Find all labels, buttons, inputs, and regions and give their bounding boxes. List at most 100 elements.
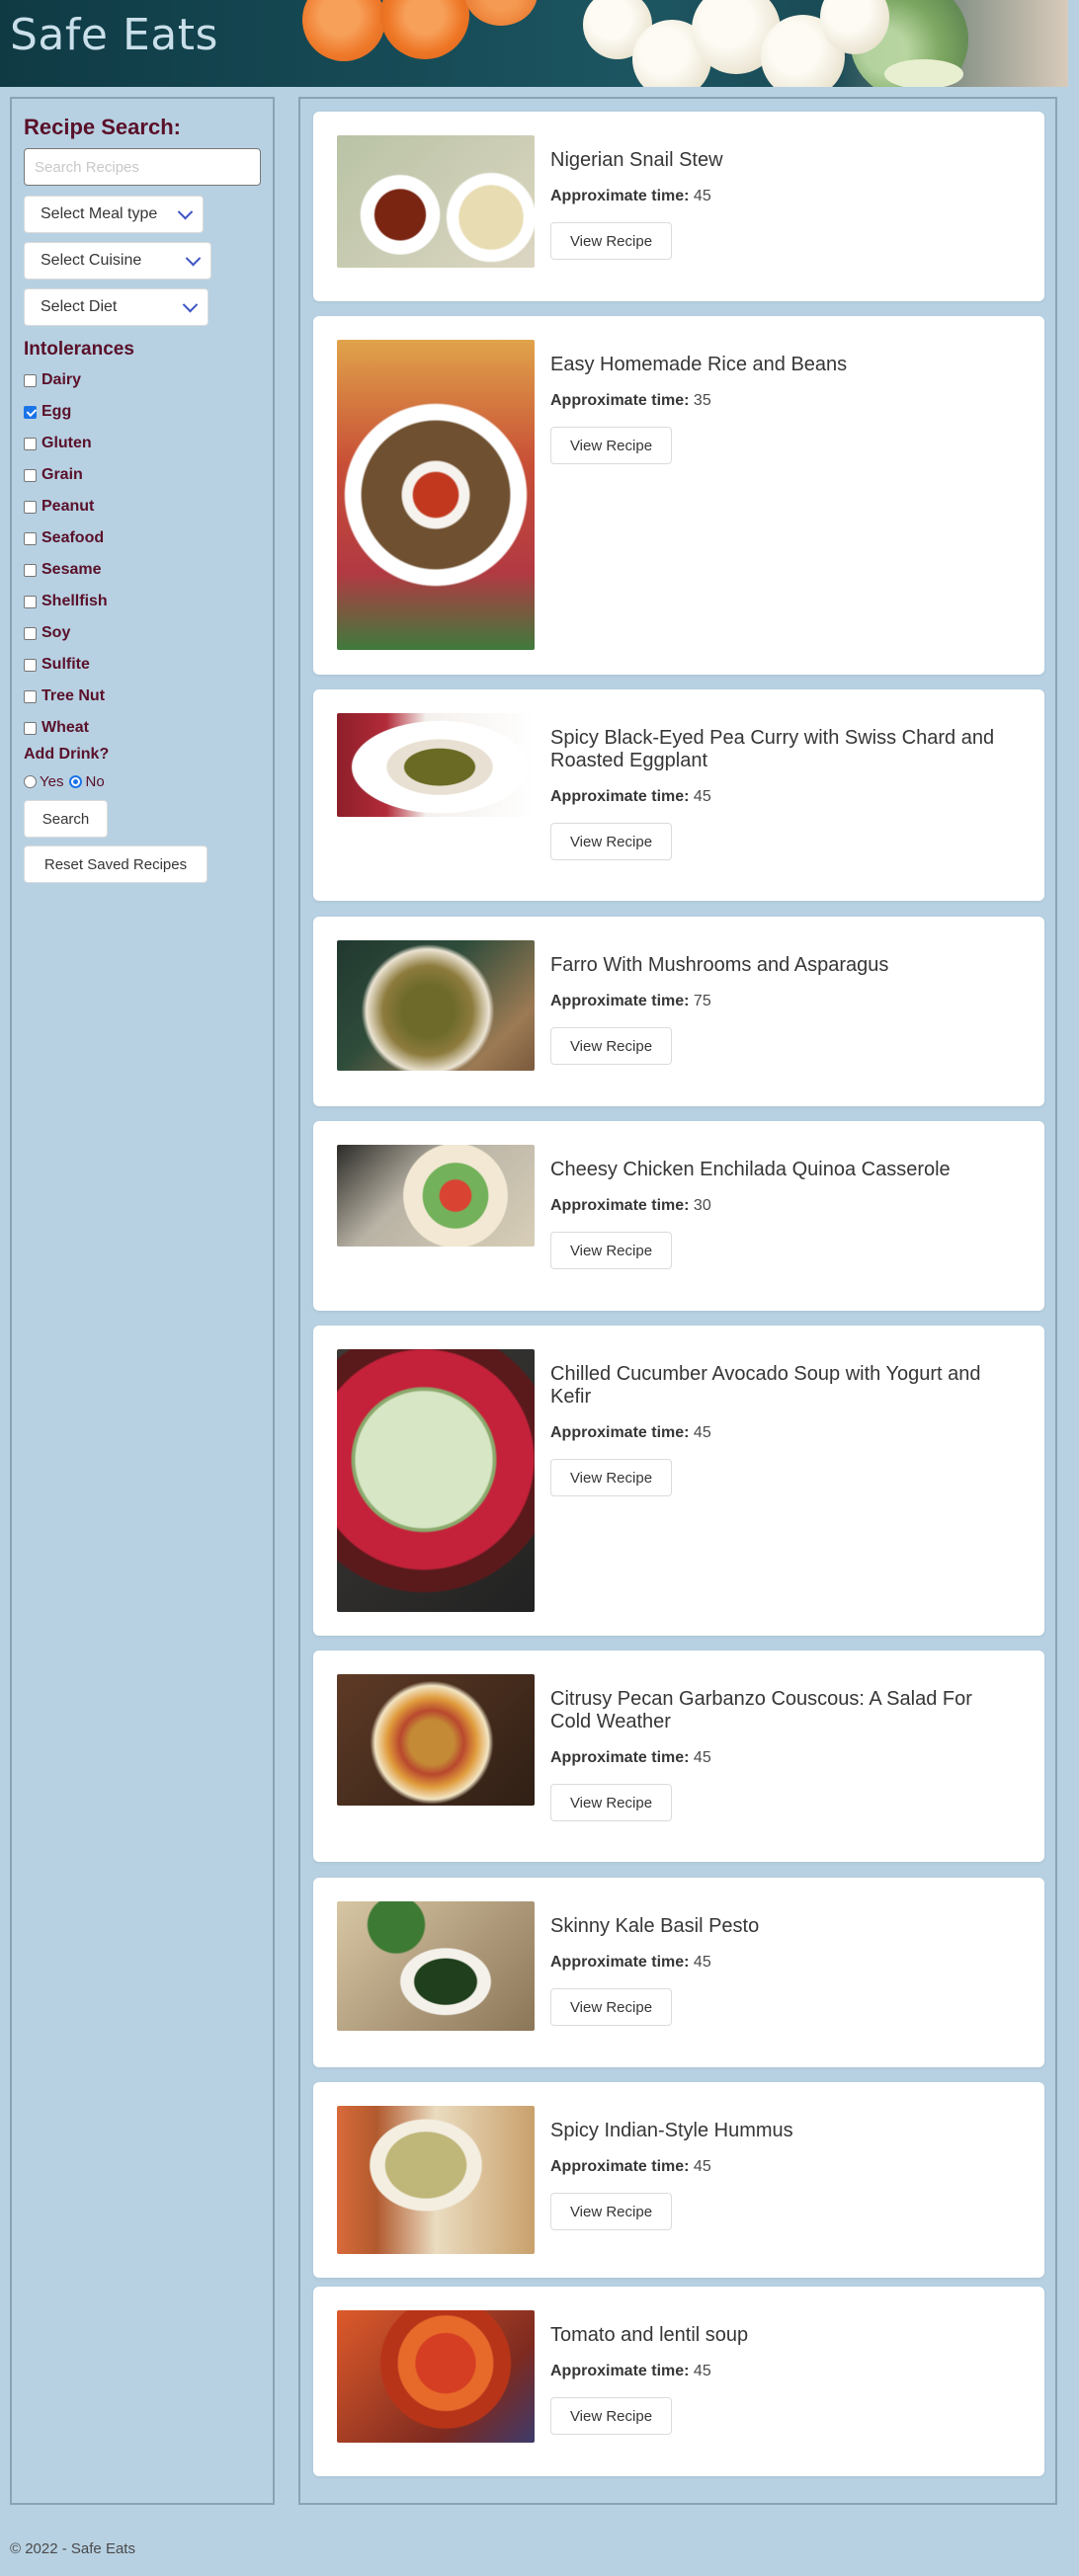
drink-yes-label[interactable]: Yes bbox=[40, 773, 63, 790]
footer-copyright: © 2022 - Safe Eats bbox=[10, 2540, 135, 2557]
recipe-card-body: Nigerian Snail Stew Approximate time: 45 V… bbox=[550, 149, 1015, 260]
intolerance-checkbox[interactable] bbox=[24, 563, 37, 577]
diet-select[interactable]: Select Diet bbox=[24, 288, 208, 326]
intolerance-checkbox[interactable] bbox=[24, 500, 37, 514]
intolerance-label[interactable]: Dairy bbox=[42, 371, 81, 389]
intolerance-checkbox[interactable] bbox=[24, 468, 37, 482]
view-recipe-button[interactable]: View Recipe bbox=[550, 1988, 672, 2026]
recipe-time-value: 45 bbox=[693, 1749, 711, 1766]
recipe-time-label: Approximate time: bbox=[550, 2158, 690, 2175]
intolerance-option[interactable]: Seafood bbox=[24, 523, 271, 554]
drink-yes-radio[interactable] bbox=[24, 775, 37, 788]
lentil-soup-photo bbox=[337, 2310, 535, 2443]
intolerance-label[interactable]: Peanut bbox=[42, 498, 94, 516]
recipe-time: Approximate time: 75 bbox=[550, 993, 1015, 1010]
recipe-time-value: 45 bbox=[693, 1954, 711, 1971]
intolerance-checkbox[interactable] bbox=[24, 373, 37, 387]
intolerance-option[interactable]: Sesame bbox=[24, 554, 271, 586]
intolerance-label[interactable]: Grain bbox=[42, 466, 83, 484]
recipe-card: Easy Homemade Rice and Beans Approximate … bbox=[313, 316, 1044, 675]
recipe-title: Skinny Kale Basil Pesto bbox=[550, 1915, 760, 1937]
intolerance-label[interactable]: Shellfish bbox=[42, 593, 108, 610]
search-sidebar: Recipe Search: Select Meal type Select C… bbox=[10, 97, 275, 2505]
intolerance-label[interactable]: Wheat bbox=[42, 719, 89, 737]
recipe-card: Skinny Kale Basil Pesto Approximate time:… bbox=[313, 1878, 1044, 2067]
recipe-title: Citrusy Pecan Garbanzo Couscous: A Salad… bbox=[550, 1688, 972, 1732]
recipe-time-label: Approximate time: bbox=[550, 392, 690, 409]
reset-saved-recipes-button[interactable]: Reset Saved Recipes bbox=[24, 845, 208, 883]
recipe-time-label: Approximate time: bbox=[550, 188, 690, 204]
intolerance-label[interactable]: Tree Nut bbox=[42, 687, 105, 705]
view-recipe-button[interactable]: View Recipe bbox=[550, 222, 672, 260]
recipe-time: Approximate time: 45 bbox=[550, 788, 1015, 806]
recipe-card-body: Citrusy Pecan Garbanzo Couscous: A Salad… bbox=[550, 1688, 1015, 1821]
intolerance-label[interactable]: Sesame bbox=[42, 561, 102, 579]
recipe-card: Tomato and lentil soup Approximate time: … bbox=[313, 2287, 1044, 2476]
recipe-time-value: 45 bbox=[693, 2363, 711, 2379]
recipe-title: Spicy Indian-Style Hummus bbox=[550, 2120, 793, 2141]
intolerance-checkbox[interactable] bbox=[24, 658, 37, 672]
intolerance-option[interactable]: Dairy bbox=[24, 364, 271, 396]
intolerance-label[interactable]: Soy bbox=[42, 624, 70, 642]
recipe-time-value: 45 bbox=[693, 2158, 711, 2175]
recipe-card-body: Spicy Black-Eyed Pea Curry with Swiss Ch… bbox=[550, 727, 1015, 860]
recipe-card: Nigerian Snail Stew Approximate time: 45 V… bbox=[313, 112, 1044, 301]
recipe-search-heading: Recipe Search: bbox=[24, 115, 181, 139]
view-recipe-button[interactable]: View Recipe bbox=[550, 1027, 672, 1065]
intolerance-option[interactable]: Peanut bbox=[24, 491, 271, 523]
recipe-title: Nigerian Snail Stew bbox=[550, 149, 723, 171]
header-banner: Safe Eats bbox=[0, 0, 1068, 87]
snail-stew-photo bbox=[337, 135, 535, 268]
intolerance-option[interactable]: Soy bbox=[24, 617, 271, 649]
recipe-time-value: 45 bbox=[693, 188, 711, 204]
intolerance-option[interactable]: Egg bbox=[24, 396, 271, 428]
chevron-down-icon bbox=[185, 250, 202, 266]
intolerance-checkbox[interactable] bbox=[24, 689, 37, 703]
recipe-title: Easy Homemade Rice and Beans bbox=[550, 354, 848, 375]
intolerances-list: Dairy Egg Gluten Grain Peanut Seafood Sesame Sh… bbox=[24, 364, 271, 744]
intolerance-label[interactable]: Egg bbox=[42, 403, 71, 421]
search-input[interactable] bbox=[24, 148, 261, 186]
recipe-time-label: Approximate time: bbox=[550, 788, 690, 805]
pesto-photo bbox=[337, 1901, 535, 2031]
recipe-time: Approximate time: 45 bbox=[550, 1749, 1015, 1767]
view-recipe-button[interactable]: View Recipe bbox=[550, 2397, 672, 2435]
recipe-time: Approximate time: 45 bbox=[550, 2363, 1015, 2380]
view-recipe-button[interactable]: View Recipe bbox=[550, 823, 672, 860]
intolerance-label[interactable]: Sulfite bbox=[42, 656, 90, 674]
intolerance-option[interactable]: Shellfish bbox=[24, 586, 271, 617]
drink-no-label[interactable]: No bbox=[85, 773, 104, 790]
view-recipe-button[interactable]: View Recipe bbox=[550, 2193, 672, 2230]
search-button[interactable]: Search bbox=[24, 800, 108, 838]
intolerance-label[interactable]: Seafood bbox=[42, 529, 104, 547]
intolerance-checkbox[interactable] bbox=[24, 437, 37, 450]
recipe-time: Approximate time: 45 bbox=[550, 2158, 1015, 2176]
drink-no-radio[interactable] bbox=[69, 775, 83, 788]
intolerance-checkbox[interactable] bbox=[24, 595, 37, 608]
intolerance-option[interactable]: Tree Nut bbox=[24, 681, 271, 712]
intolerance-checkbox[interactable] bbox=[24, 721, 37, 735]
intolerance-option[interactable]: Wheat bbox=[24, 712, 271, 744]
cuisine-select[interactable]: Select Cuisine bbox=[24, 242, 211, 280]
meal-type-select[interactable]: Select Meal type bbox=[24, 196, 204, 233]
intolerance-option[interactable]: Gluten bbox=[24, 428, 271, 459]
recipe-time-label: Approximate time: bbox=[550, 993, 690, 1009]
view-recipe-button[interactable]: View Recipe bbox=[550, 1784, 672, 1821]
recipe-card: Farro With Mushrooms and Asparagus Approx… bbox=[313, 917, 1044, 1106]
view-recipe-button[interactable]: View Recipe bbox=[550, 1459, 672, 1496]
intolerance-option[interactable]: Grain bbox=[24, 459, 271, 491]
intolerance-option[interactable]: Sulfite bbox=[24, 649, 271, 681]
intolerance-checkbox[interactable] bbox=[24, 531, 37, 545]
view-recipe-button[interactable]: View Recipe bbox=[550, 1232, 672, 1269]
view-recipe-button[interactable]: View Recipe bbox=[550, 427, 672, 464]
intolerance-checkbox[interactable] bbox=[24, 626, 37, 640]
recipe-time-label: Approximate time: bbox=[550, 1424, 690, 1441]
carrot-image bbox=[464, 0, 538, 26]
couscous-photo bbox=[337, 1674, 535, 1806]
carrot-image bbox=[302, 0, 385, 61]
cucumber-soup-photo bbox=[337, 1349, 535, 1612]
intolerance-label[interactable]: Gluten bbox=[42, 435, 92, 452]
site-title[interactable]: Safe Eats bbox=[10, 10, 218, 60]
drink-radio-group: Yes No bbox=[24, 773, 271, 790]
intolerance-checkbox[interactable] bbox=[24, 405, 37, 419]
